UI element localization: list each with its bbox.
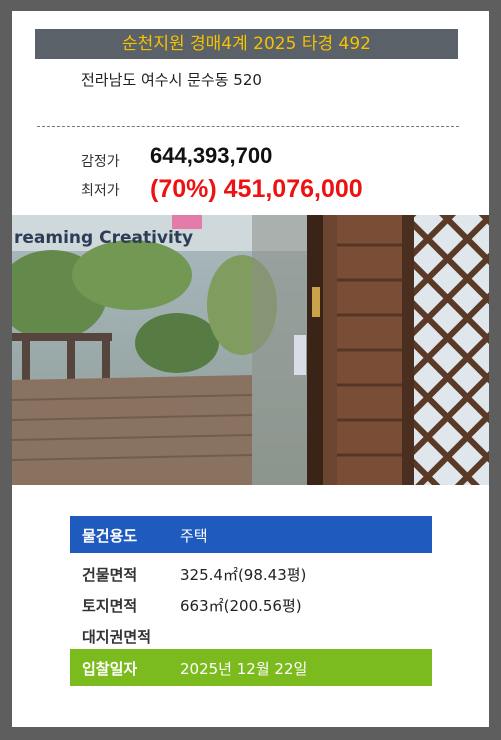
- bid-date-value: 2025년 12월 22일: [180, 660, 308, 678]
- auction-card: 순천지원 경매4계 2025 타경 492 전라남도 여수시 문수동 520 감…: [12, 11, 489, 727]
- appraised-price-label: 감정가: [81, 154, 120, 170]
- photo-sign-text: reaming Creativity: [14, 228, 193, 248]
- minimum-price-label: 최저가: [81, 183, 120, 199]
- bid-date-label: 입찰일자: [82, 660, 138, 678]
- usage-row: 물건용도 주택: [70, 516, 432, 553]
- land-area-row: 토지면적 663㎡(200.56평): [70, 589, 432, 619]
- minimum-price-value: (70%) 451,076,000: [150, 175, 363, 203]
- land-right-area-label: 대지권면적: [82, 628, 152, 646]
- appraised-price-value: 644,393,700: [150, 143, 273, 168]
- case-title-banner: 순천지원 경매4계 2025 타경 492: [35, 29, 458, 59]
- usage-value: 주택: [180, 527, 208, 545]
- land-area-label: 토지면적: [82, 597, 138, 615]
- land-area-value: 663㎡(200.56평): [180, 597, 302, 615]
- bid-date-row: 입찰일자 2025년 12월 22일: [70, 649, 432, 686]
- dashed-divider: [37, 126, 459, 127]
- building-area-value: 325.4㎡(98.43평): [180, 566, 307, 584]
- building-area-label: 건물면적: [82, 566, 138, 584]
- land-right-area-row: 대지권면적: [70, 620, 432, 650]
- property-address: 전라남도 여수시 문수동 520: [81, 71, 262, 89]
- building-area-row: 건물면적 325.4㎡(98.43평): [70, 558, 432, 588]
- property-photo: reaming Creativity: [12, 215, 489, 485]
- usage-label: 물건용도: [82, 527, 138, 545]
